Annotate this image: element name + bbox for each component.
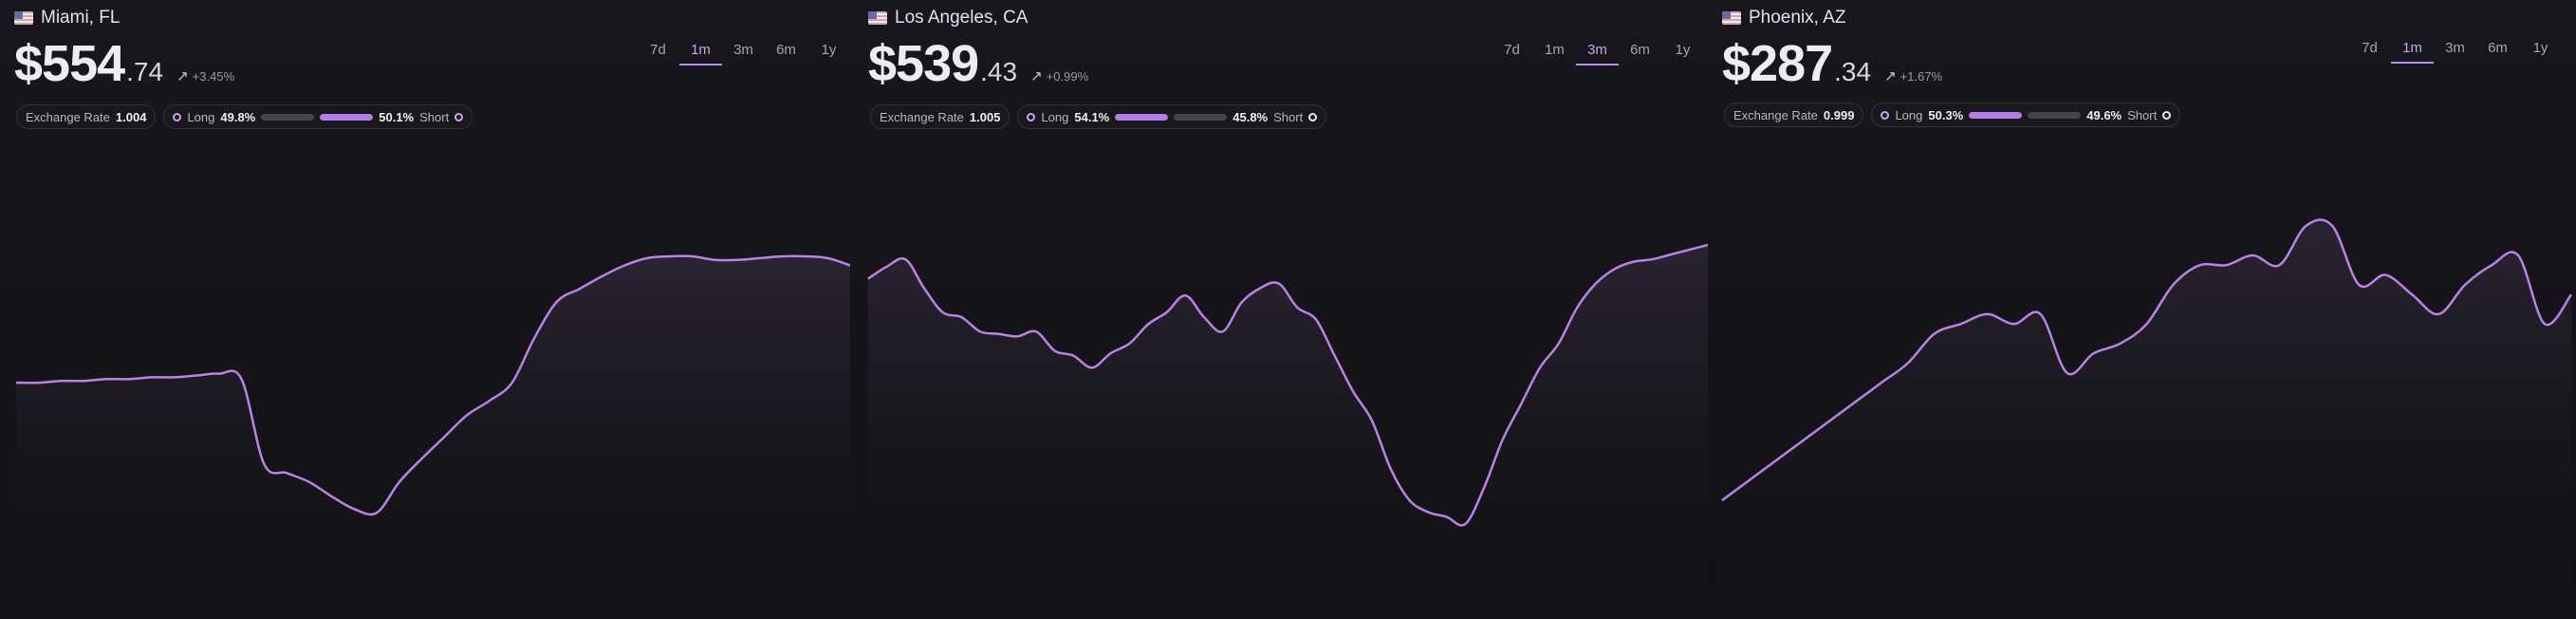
market-panel-phoenix: Phoenix, AZ $ 287 .34 ↗ +1.67% 7d 1m 3m … — [1713, 0, 2576, 619]
price-chart — [15, 254, 851, 619]
dashboard: Miami, FL $ 554 .74 ↗ +3.45% 7d 1m 3m 6m… — [0, 0, 2576, 619]
price-chart — [1721, 218, 2573, 619]
price-area-fill — [16, 255, 850, 619]
price-area-fill — [1722, 219, 2571, 619]
price-chart — [867, 243, 1709, 619]
market-panel-miami: Miami, FL $ 554 .74 ↗ +3.45% 7d 1m 3m 6m… — [0, 0, 854, 619]
market-panel-los-angeles: Los Angeles, CA $ 539 .43 ↗ +0.99% 7d 1m… — [854, 0, 1713, 619]
